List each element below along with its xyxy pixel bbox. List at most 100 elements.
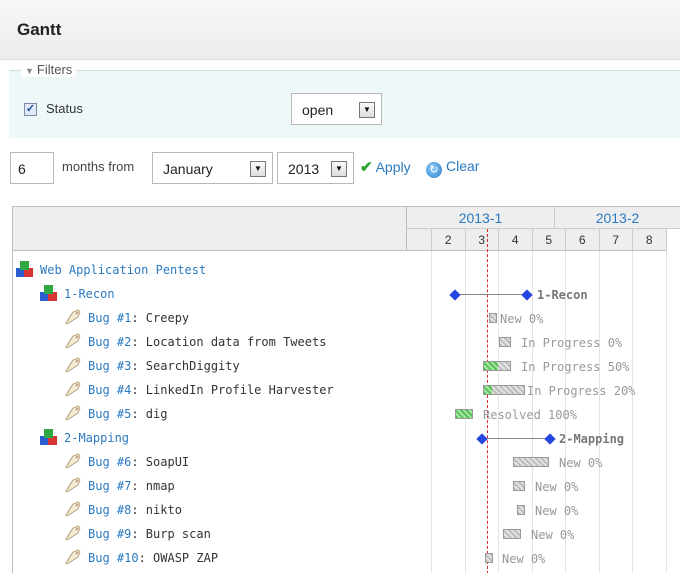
issue-link[interactable]: Bug #7: nmap xyxy=(88,479,175,493)
issue-bar[interactable] xyxy=(499,337,511,347)
issue-subject: : dig xyxy=(131,407,168,421)
issue-subject: : nmap xyxy=(131,479,175,493)
issue-progress: 0% xyxy=(528,312,544,326)
issue-status: New xyxy=(535,504,557,518)
issue-progress: 0% xyxy=(563,504,579,518)
gantt-chart: Web Application Pentest 1-Recon Bug #1: Cr… xyxy=(12,206,680,573)
month-select-value: January xyxy=(163,161,213,177)
issue-bar-done xyxy=(484,386,492,394)
issue-progress: 0% xyxy=(563,480,579,494)
issue-tag-icon xyxy=(65,405,81,421)
status-select-value: open xyxy=(302,102,334,118)
timeline-week-header: 8 xyxy=(633,229,667,251)
issue-bar[interactable] xyxy=(483,361,511,371)
issue-bar[interactable] xyxy=(483,385,525,395)
issue-progress: 20% xyxy=(613,384,636,398)
issue-bar[interactable] xyxy=(513,481,525,491)
timeline-week-header: 5 xyxy=(532,229,566,251)
issue-link[interactable]: Bug #2: Location data from Tweets xyxy=(88,335,326,349)
project-icon xyxy=(40,429,58,445)
issue-link[interactable]: Bug #3: SearchDiggity xyxy=(88,359,240,373)
year-select-value: 2013 xyxy=(288,161,320,177)
months-from-label: months from xyxy=(62,159,135,174)
week-gridline xyxy=(598,251,600,573)
issue-subject: : Creepy xyxy=(131,311,190,325)
issue-status: In Progress xyxy=(521,336,601,350)
version-link[interactable]: 1-Recon xyxy=(64,287,115,301)
version-bar-label: 2-Mapping xyxy=(559,432,625,446)
issue-subject: : Burp scan xyxy=(131,527,211,541)
project-link[interactable]: Web Application Pentest xyxy=(40,263,206,277)
version-span-line xyxy=(482,438,550,440)
issue-bar-label: New 0% xyxy=(535,480,578,494)
issue-status: New xyxy=(535,480,557,494)
issue-link[interactable]: Bug #5: dig xyxy=(88,407,167,421)
status-operator-select[interactable]: open ▼ xyxy=(291,93,382,125)
version-link[interactable]: 2-Mapping xyxy=(64,431,129,445)
issue-progress: 0% xyxy=(530,552,546,566)
status-filter-label: Status xyxy=(46,101,83,116)
apply-label: Apply xyxy=(375,159,411,175)
issue-progress: 0% xyxy=(607,336,623,350)
issue-link[interactable]: Bug #4: LinkedIn Profile Harvester xyxy=(88,383,334,397)
collapse-triangle-icon: ▼ xyxy=(25,66,34,76)
issue-bar-label: New 0% xyxy=(559,456,602,470)
issue-subject: : LinkedIn Profile Harvester xyxy=(131,383,334,397)
issue-tag-icon xyxy=(65,501,81,517)
apply-link[interactable]: ✔ Apply xyxy=(360,158,411,176)
issue-tag-icon xyxy=(65,381,81,397)
issue-subject: : nikto xyxy=(131,503,182,517)
issue-bar-done xyxy=(456,410,472,418)
issue-subject: : SearchDiggity xyxy=(131,359,240,373)
issue-bar[interactable] xyxy=(517,505,525,515)
month-select[interactable]: January ▼ xyxy=(152,152,273,184)
issue-progress: 100% xyxy=(548,408,577,422)
subjects-header xyxy=(13,207,407,251)
issue-subject: : Location data from Tweets xyxy=(131,335,327,349)
issue-tag-icon xyxy=(65,453,81,469)
issue-progress: 0% xyxy=(559,528,575,542)
issue-status: New xyxy=(559,456,581,470)
issue-bar-label: New 0% xyxy=(500,312,543,326)
status-checkbox[interactable]: ✓ xyxy=(24,103,37,116)
issue-bar-done xyxy=(484,362,498,370)
issue-bar[interactable] xyxy=(489,313,497,323)
issue-link[interactable]: Bug #6: SoapUI xyxy=(88,455,189,469)
issue-link[interactable]: Bug #10: OWASP ZAP xyxy=(88,551,218,565)
issue-link[interactable]: Bug #1: Creepy xyxy=(88,311,189,325)
clear-link[interactable]: ↻ Clear xyxy=(426,158,479,178)
issue-progress: 50% xyxy=(607,360,630,374)
issue-subject: : SoapUI xyxy=(131,455,190,469)
page-title: Gantt xyxy=(17,20,62,39)
issue-bar-label: In Progress 20% xyxy=(527,384,635,398)
issue-tag-icon xyxy=(65,309,81,325)
issue-bar[interactable] xyxy=(503,529,521,539)
today-marker-line xyxy=(487,229,488,573)
months-input[interactable]: 6 xyxy=(10,152,54,184)
dropdown-arrow-icon: ▼ xyxy=(250,161,266,177)
timeline-week-header: 4 xyxy=(499,229,533,251)
filters-toggle[interactable]: ▼ Filters xyxy=(21,62,77,77)
checkmark-icon: ✔ xyxy=(360,159,373,176)
year-select[interactable]: 2013 ▼ xyxy=(277,152,354,184)
milestone-diamond xyxy=(476,433,488,445)
issue-bar[interactable] xyxy=(485,553,493,563)
issue-bar[interactable] xyxy=(455,409,473,419)
reload-icon: ↻ xyxy=(426,162,442,178)
dropdown-arrow-icon: ▼ xyxy=(331,161,347,177)
issue-bar-label: New 0% xyxy=(502,552,545,566)
issue-tag-icon xyxy=(65,549,81,565)
issue-bar-label: Resolved 100% xyxy=(483,408,577,422)
week-gridline xyxy=(665,251,667,573)
timeline-week-header: 2 xyxy=(432,229,466,251)
milestone-diamond xyxy=(544,433,556,445)
milestone-diamond xyxy=(449,289,461,301)
version-span-line xyxy=(455,294,527,296)
issue-link[interactable]: Bug #9: Burp scan xyxy=(88,527,211,541)
timeline-week-header: 6 xyxy=(566,229,600,251)
week-gridline xyxy=(632,251,633,573)
timeline-week-header xyxy=(407,229,432,251)
issue-bar[interactable] xyxy=(513,457,549,467)
week-gridline xyxy=(431,251,432,573)
issue-link[interactable]: Bug #8: nikto xyxy=(88,503,182,517)
